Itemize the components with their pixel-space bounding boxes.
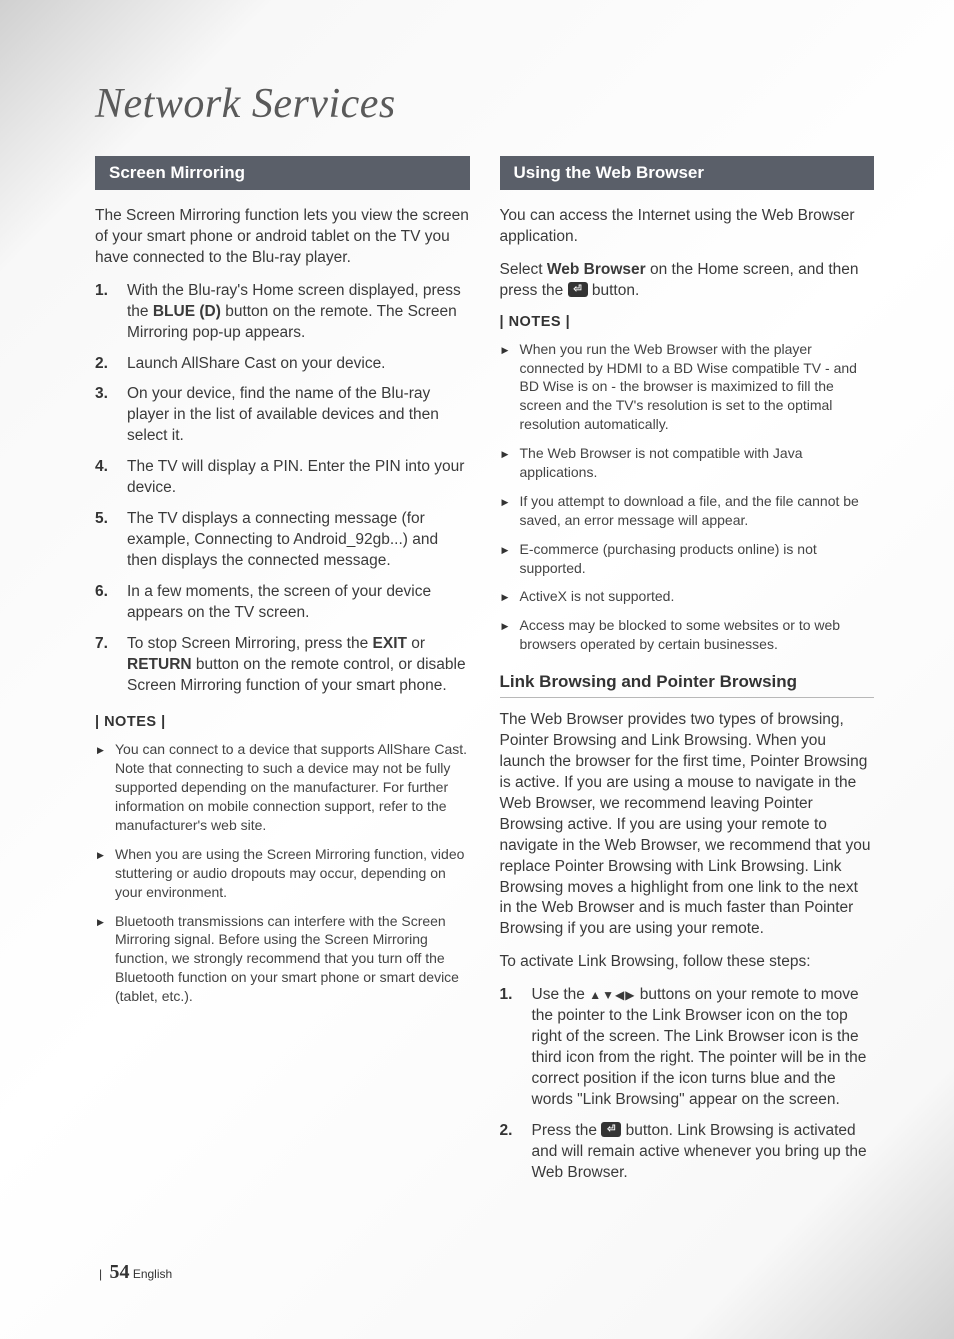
step-text: Press the: [532, 1122, 602, 1139]
dpad-icon: ▲▼◀▶: [589, 988, 635, 1002]
link-browsing-steps: Use the ▲▼◀▶ buttons on your remote to m…: [500, 985, 875, 1183]
link-step-2: Press the ⏎ button. Link Browsing is act…: [500, 1121, 875, 1184]
note-text: When you are using the Screen Mirroring …: [115, 846, 464, 900]
enter-icon: ⏎: [601, 1122, 621, 1137]
section-header-screen-mirroring: Screen Mirroring: [95, 156, 470, 190]
page-title: Network Services: [95, 80, 874, 128]
notes-label-left: | NOTES |: [95, 714, 470, 730]
note-text: Bluetooth transmissions can interfere wi…: [115, 913, 459, 1005]
notes-list-left: You can connect to a device that support…: [95, 740, 470, 1006]
step-text: buttons on your remote to move the point…: [532, 986, 867, 1108]
note-item: Access may be blocked to some websites o…: [500, 616, 875, 654]
note-item: When you are using the Screen Mirroring …: [95, 845, 470, 902]
link-browsing-body: The Web Browser provides two types of br…: [500, 710, 875, 940]
content-columns: Screen Mirroring The Screen Mirroring fu…: [95, 156, 874, 1202]
step-text: The TV displays a connecting message (fo…: [127, 510, 438, 569]
step-6: In a few moments, the screen of your dev…: [95, 582, 470, 624]
web-browser-intro-2: Select Web Browser on the Home screen, a…: [500, 260, 875, 302]
footer-language: English: [133, 1267, 172, 1281]
section-header-web-browser: Using the Web Browser: [500, 156, 875, 190]
step-3: On your device, find the name of the Blu…: [95, 384, 470, 447]
enter-icon: ⏎: [568, 282, 588, 297]
step-text: On your device, find the name of the Blu…: [127, 385, 439, 444]
note-item: You can connect to a device that support…: [95, 740, 470, 834]
intro-text: Select: [500, 261, 547, 278]
note-text: If you attempt to download a file, and t…: [520, 493, 859, 528]
note-text: You can connect to a device that support…: [115, 741, 467, 833]
note-text: Access may be blocked to some websites o…: [520, 617, 841, 652]
step-7: To stop Screen Mirroring, press the EXIT…: [95, 634, 470, 697]
step-text: The TV will display a PIN. Enter the PIN…: [127, 458, 464, 496]
web-browser-intro-1: You can access the Internet using the We…: [500, 206, 875, 248]
page-container: Network Services Screen Mirroring The Sc…: [0, 0, 954, 1252]
note-text: When you run the Web Browser with the pl…: [520, 341, 857, 433]
subheading-link-browsing: Link Browsing and Pointer Browsing: [500, 672, 875, 698]
bold-exit: EXIT: [373, 635, 407, 652]
bold-web-browser: Web Browser: [547, 261, 646, 278]
link-browsing-lead: To activate Link Browsing, follow these …: [500, 952, 875, 973]
note-item: E-commerce (purchasing products online) …: [500, 540, 875, 578]
note-item: The Web Browser is not compatible with J…: [500, 444, 875, 482]
screen-mirroring-intro: The Screen Mirroring function lets you v…: [95, 206, 470, 269]
step-2: Launch AllShare Cast on your device.: [95, 354, 470, 375]
left-column: Screen Mirroring The Screen Mirroring fu…: [95, 156, 470, 1202]
right-column: Using the Web Browser You can access the…: [500, 156, 875, 1202]
bold-return: RETURN: [127, 656, 192, 673]
link-step-1: Use the ▲▼◀▶ buttons on your remote to m…: [500, 985, 875, 1111]
footer-separator: |: [99, 1267, 102, 1281]
note-text: E-commerce (purchasing products online) …: [520, 541, 817, 576]
note-item: If you attempt to download a file, and t…: [500, 492, 875, 530]
step-text: To stop Screen Mirroring, press the: [127, 635, 373, 652]
step-text: Launch AllShare Cast on your device.: [127, 355, 386, 372]
notes-list-right: When you run the Web Browser with the pl…: [500, 340, 875, 654]
notes-label-right: | NOTES |: [500, 314, 875, 330]
note-text: ActiveX is not supported.: [520, 588, 675, 604]
page-number: 54: [109, 1261, 129, 1283]
note-item: ActiveX is not supported.: [500, 587, 875, 606]
screen-mirroring-steps: With the Blu-ray's Home screen displayed…: [95, 281, 470, 697]
bold-blue-d: BLUE (D): [153, 303, 221, 320]
step-4: The TV will display a PIN. Enter the PIN…: [95, 457, 470, 499]
step-5: The TV displays a connecting message (fo…: [95, 509, 470, 572]
step-1: With the Blu-ray's Home screen displayed…: [95, 281, 470, 344]
step-text: or: [407, 635, 425, 652]
note-item: Bluetooth transmissions can interfere wi…: [95, 912, 470, 1006]
step-text: Use the: [532, 986, 590, 1003]
intro-text: button.: [588, 282, 640, 299]
note-item: When you run the Web Browser with the pl…: [500, 340, 875, 434]
page-footer: | 54 English: [95, 1261, 172, 1284]
step-text: In a few moments, the screen of your dev…: [127, 583, 431, 621]
note-text: The Web Browser is not compatible with J…: [520, 445, 803, 480]
